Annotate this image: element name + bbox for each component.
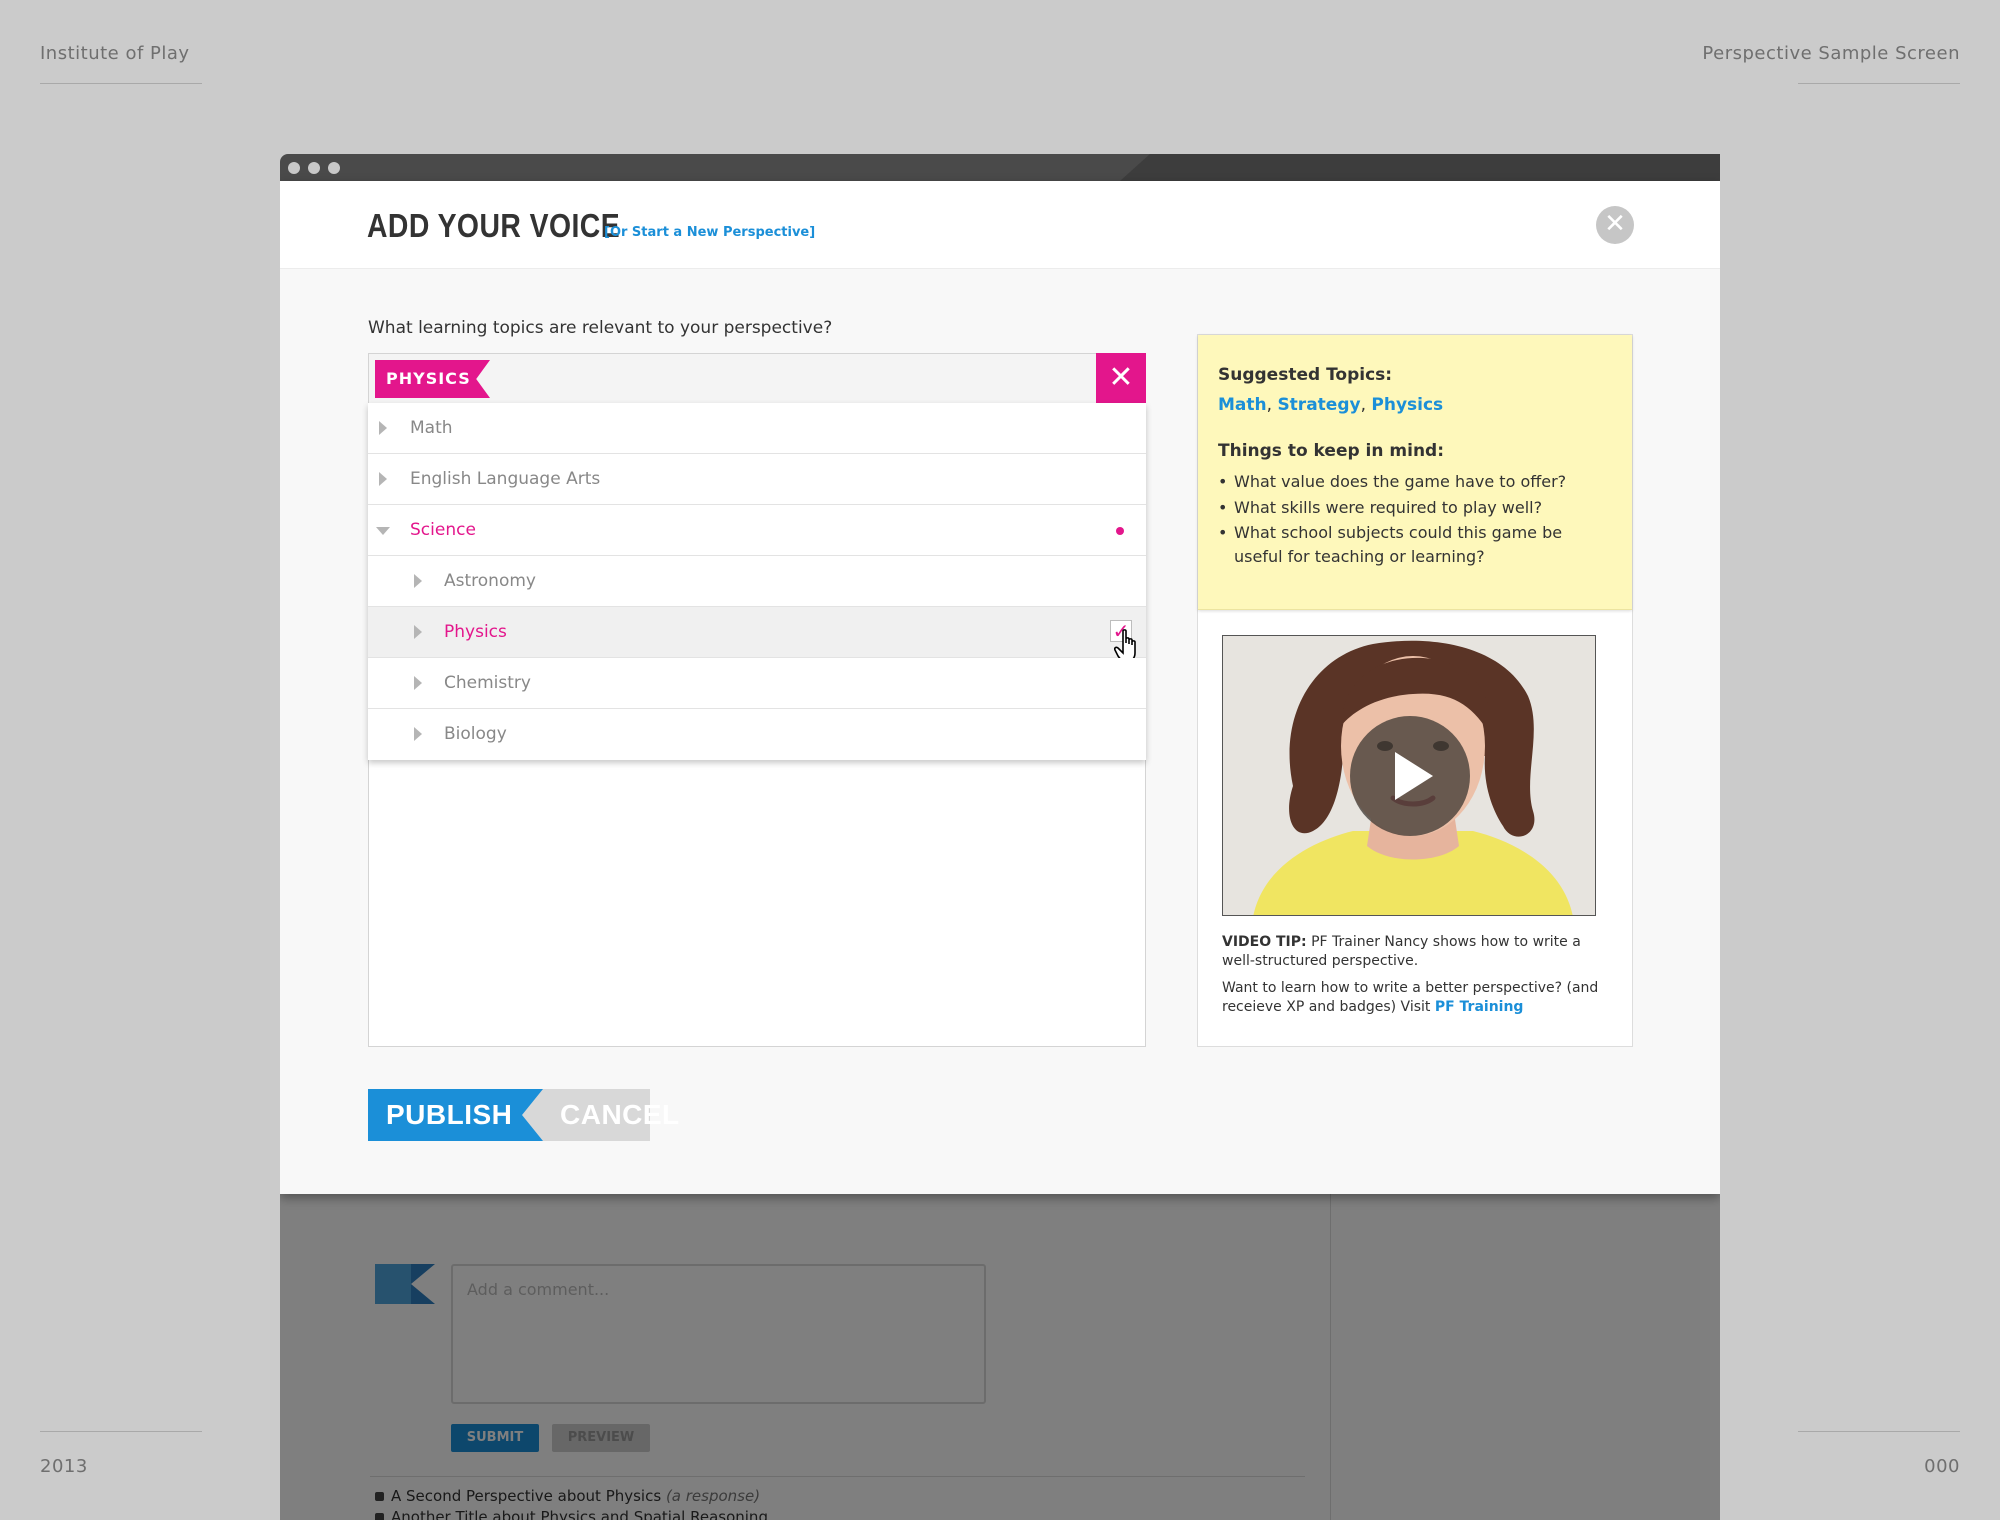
corner-divider (40, 1431, 202, 1432)
topic-item-physics[interactable]: Physics ✓ (368, 607, 1146, 662)
suggested-topics-heading: Suggested Topics: (1218, 365, 1393, 385)
topics-question: What learning topics are relevant to you… (368, 318, 833, 338)
chevron-right-icon[interactable] (414, 727, 422, 741)
corner-label-bottom-left: 2013 (40, 1456, 88, 1477)
suggested-topics-links: Math, Strategy, Physics (1218, 395, 1444, 415)
window-dot-icon[interactable] (288, 162, 300, 174)
window-dot-icon[interactable] (308, 162, 320, 174)
topic-label: Astronomy (444, 571, 536, 591)
video-tip: VIDEO TIP: PF Trainer Nancy shows how to… (1222, 933, 1602, 971)
topic-label: English Language Arts (410, 469, 601, 489)
new-perspective-link[interactable]: [Or Start a New Perspective] (604, 225, 815, 240)
topic-item-astronomy[interactable]: Astronomy (368, 556, 1146, 607)
browser-tab (1120, 154, 1720, 181)
chevron-down-icon[interactable] (376, 527, 390, 535)
tips-note: Suggested Topics: Math, Strategy, Physic… (1198, 335, 1632, 610)
suggested-topic-link[interactable]: Physics (1371, 395, 1443, 415)
play-icon[interactable] (1350, 716, 1470, 836)
info-card: Suggested Topics: Math, Strategy, Physic… (1197, 334, 1633, 1047)
clear-tags-icon[interactable]: ✕ (1096, 353, 1146, 405)
keep-in-mind-list: What value does the game have to offer? … (1218, 469, 1612, 569)
modal-header: ADD YOUR VOICE [Or Start a New Perspecti… (280, 181, 1720, 269)
video-tip-label: VIDEO TIP: (1222, 934, 1307, 950)
list-item: What school subjects could this game be … (1218, 521, 1612, 569)
topic-label: Physics (444, 622, 507, 642)
training-promo-text: Want to learn how to write a better pers… (1222, 980, 1599, 1015)
corner-divider (40, 83, 202, 84)
modal-title: ADD YOUR VOICE (367, 207, 621, 244)
list-item: What skills were required to play well? (1218, 495, 1612, 521)
chevron-right-icon[interactable] (414, 676, 422, 690)
topic-item-science[interactable]: Science (368, 505, 1146, 556)
keep-in-mind-heading: Things to keep in mind: (1218, 441, 1445, 461)
training-promo: Want to learn how to write a better pers… (1222, 979, 1602, 1017)
browser-titlebar (280, 154, 1720, 181)
selected-tags-bar[interactable]: PHYSICS ✕ (369, 353, 1146, 405)
chevron-right-icon[interactable] (379, 421, 387, 435)
topic-label: Science (410, 520, 476, 540)
corner-label-bottom-right: 000 (1924, 1456, 1960, 1477)
selected-indicator-dot (1116, 527, 1124, 535)
corner-label-top-right: Perspective Sample Screen (1702, 43, 1960, 64)
window-dot-icon[interactable] (328, 162, 340, 174)
corner-divider (1798, 1431, 1960, 1432)
chevron-right-icon[interactable] (414, 574, 422, 588)
suggested-topic-link[interactable]: Strategy (1277, 395, 1360, 415)
topics-dropdown: Math English Language Arts Science Astro… (368, 403, 1146, 760)
publish-button[interactable]: PUBLISH (368, 1089, 543, 1141)
list-item: What value does the game have to offer? (1218, 469, 1612, 495)
browser-window: Add a comment... SUBMIT PREVIEW A Second… (280, 154, 1720, 1520)
topic-item-english-language-arts[interactable]: English Language Arts (368, 454, 1146, 505)
topic-item-math[interactable]: Math (368, 403, 1146, 454)
add-voice-modal: ADD YOUR VOICE [Or Start a New Perspecti… (280, 181, 1720, 1194)
chevron-right-icon[interactable] (379, 472, 387, 486)
pf-training-link[interactable]: PF Training (1435, 999, 1524, 1015)
topic-label: Biology (444, 724, 507, 744)
corner-label-top-left: Institute of Play (40, 43, 190, 64)
video-player[interactable] (1222, 635, 1596, 916)
suggested-topic-link[interactable]: Math (1218, 395, 1267, 415)
topic-item-biology[interactable]: Biology (368, 709, 1146, 760)
close-icon[interactable]: ✕ (1596, 206, 1634, 244)
topic-label: Chemistry (444, 673, 531, 693)
corner-divider (1798, 83, 1960, 84)
selected-tag-physics[interactable]: PHYSICS (375, 360, 490, 398)
topic-label: Math (410, 418, 453, 438)
chevron-right-icon[interactable] (414, 625, 422, 639)
topic-item-chemistry[interactable]: Chemistry (368, 658, 1146, 709)
